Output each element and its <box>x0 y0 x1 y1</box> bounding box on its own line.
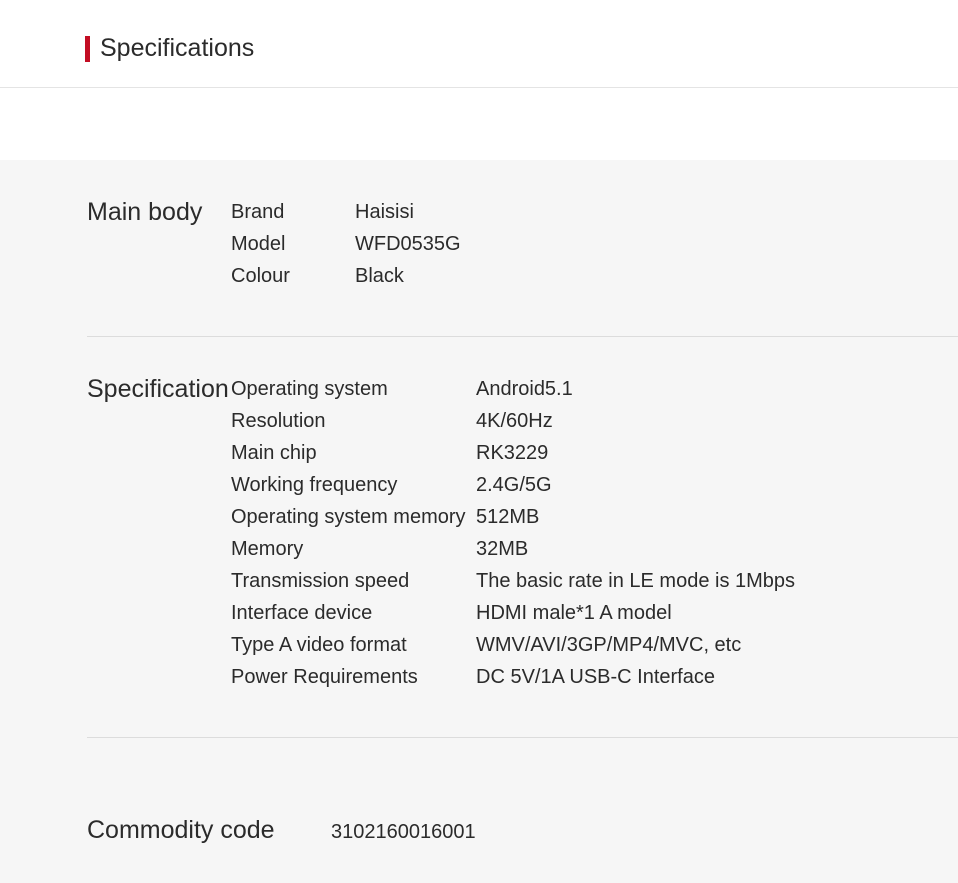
spec-value: 4K/60Hz <box>476 405 958 437</box>
section-main-body: Main body Brand Haisisi Model WFD0535G C… <box>87 160 958 337</box>
section-title-specification: Specification <box>87 373 231 693</box>
spec-label: Working frequency <box>231 469 476 501</box>
section-commodity: Commodity code 3102160016001 <box>87 738 958 853</box>
spec-row: Interface device HDMI male*1 A model <box>231 597 958 629</box>
spec-row: Main chip RK3229 <box>231 437 958 469</box>
spec-value: RK3229 <box>476 437 958 469</box>
spec-label: Resolution <box>231 405 476 437</box>
spec-row: Type A video format WMV/AVI/3GP/MP4/MVC,… <box>231 629 958 661</box>
spec-body: Main body Brand Haisisi Model WFD0535G C… <box>0 160 958 883</box>
spec-row: Brand Haisisi <box>231 196 958 228</box>
main-body-pairs: Brand Haisisi Model WFD0535G Colour Blac… <box>231 196 958 292</box>
spec-row: Transmission speed The basic rate in LE … <box>231 565 958 597</box>
spec-value: DC 5V/1A USB-C Interface <box>476 661 958 693</box>
commodity-value: 3102160016001 <box>331 821 476 844</box>
spec-value: 512MB <box>476 501 958 533</box>
spec-row: Operating system memory 512MB <box>231 501 958 533</box>
section-title-main-body: Main body <box>87 196 231 292</box>
spec-value: WFD0535G <box>355 228 958 260</box>
spec-value: HDMI male*1 A model <box>476 597 958 629</box>
accent-bar <box>85 36 90 62</box>
commodity-label: Commodity code <box>87 816 331 845</box>
spec-label: Main chip <box>231 437 476 469</box>
spec-value: Black <box>355 260 958 292</box>
spec-label: Type A video format <box>231 629 476 661</box>
spec-value: 32MB <box>476 533 958 565</box>
spec-label: Memory <box>231 533 476 565</box>
spec-value: WMV/AVI/3GP/MP4/MVC, etc <box>476 629 958 661</box>
spec-label: Brand <box>231 196 355 228</box>
spec-row: Resolution 4K/60Hz <box>231 405 958 437</box>
spec-label: Transmission speed <box>231 565 476 597</box>
section-specification: Specification Operating system Android5.… <box>87 337 958 738</box>
spec-label: Power Requirements <box>231 661 476 693</box>
spec-label: Colour <box>231 260 355 292</box>
spec-label: Operating system <box>231 373 476 405</box>
spec-row: Memory 32MB <box>231 533 958 565</box>
specification-pairs: Operating system Android5.1 Resolution 4… <box>231 373 958 693</box>
spec-value: Android5.1 <box>476 373 958 405</box>
spec-value: 2.4G/5G <box>476 469 958 501</box>
spec-value: Haisisi <box>355 196 958 228</box>
spec-row: Power Requirements DC 5V/1A USB-C Interf… <box>231 661 958 693</box>
spec-row: Model WFD0535G <box>231 228 958 260</box>
spacer <box>0 88 958 160</box>
spec-row: Operating system Android5.1 <box>231 373 958 405</box>
spec-label: Interface device <box>231 597 476 629</box>
page-header: Specifications <box>0 0 958 88</box>
spec-label: Model <box>231 228 355 260</box>
spec-label: Operating system memory <box>231 501 476 533</box>
spec-value: The basic rate in LE mode is 1Mbps <box>476 565 958 597</box>
spec-row: Working frequency 2.4G/5G <box>231 469 958 501</box>
page-title: Specifications <box>100 34 254 63</box>
spec-row: Colour Black <box>231 260 958 292</box>
